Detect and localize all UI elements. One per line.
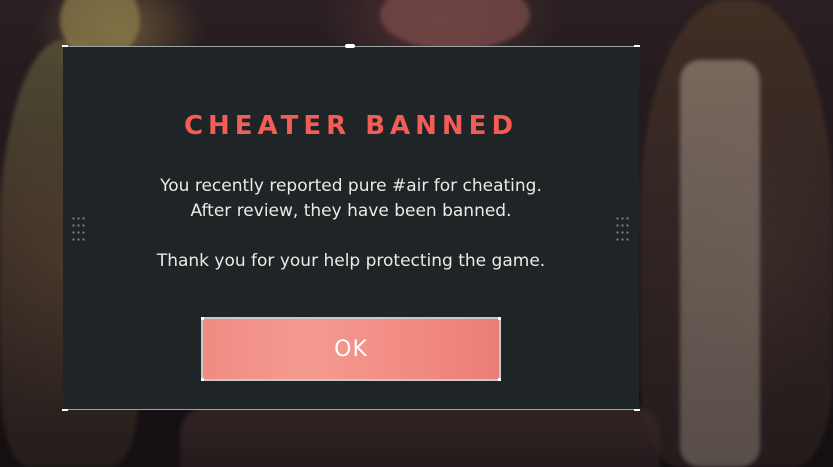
dialog-corner-bottom-left	[62, 409, 68, 411]
ok-button-corner	[201, 378, 204, 381]
agent-figure-right-coat	[680, 60, 760, 467]
dialog-title: CHEATER BANNED	[183, 111, 519, 141]
ok-button-label: OK	[334, 336, 368, 362]
dialog-message-line-1: You recently reported pure #air for chea…	[160, 176, 542, 196]
dialog-corner-top-left	[62, 45, 68, 47]
dialog-top-notch	[345, 44, 355, 48]
agent-figure-top	[380, 0, 530, 50]
agent-figure-bottom	[180, 405, 660, 467]
dialog-message-line-3: Thank you for your help protecting the g…	[156, 251, 546, 271]
dialog-corner-bottom-right	[634, 409, 640, 411]
dialog-corner-top-right	[634, 45, 640, 47]
ok-button-corner	[201, 317, 204, 320]
ok-button[interactable]: OK	[201, 317, 501, 381]
dialog-message-line-2: After review, they have been banned.	[190, 201, 512, 221]
cheater-banned-dialog: CHEATER BANNED You recently reported pur…	[62, 44, 640, 411]
ok-button-corner	[498, 378, 501, 381]
ok-button-corner	[498, 317, 501, 320]
